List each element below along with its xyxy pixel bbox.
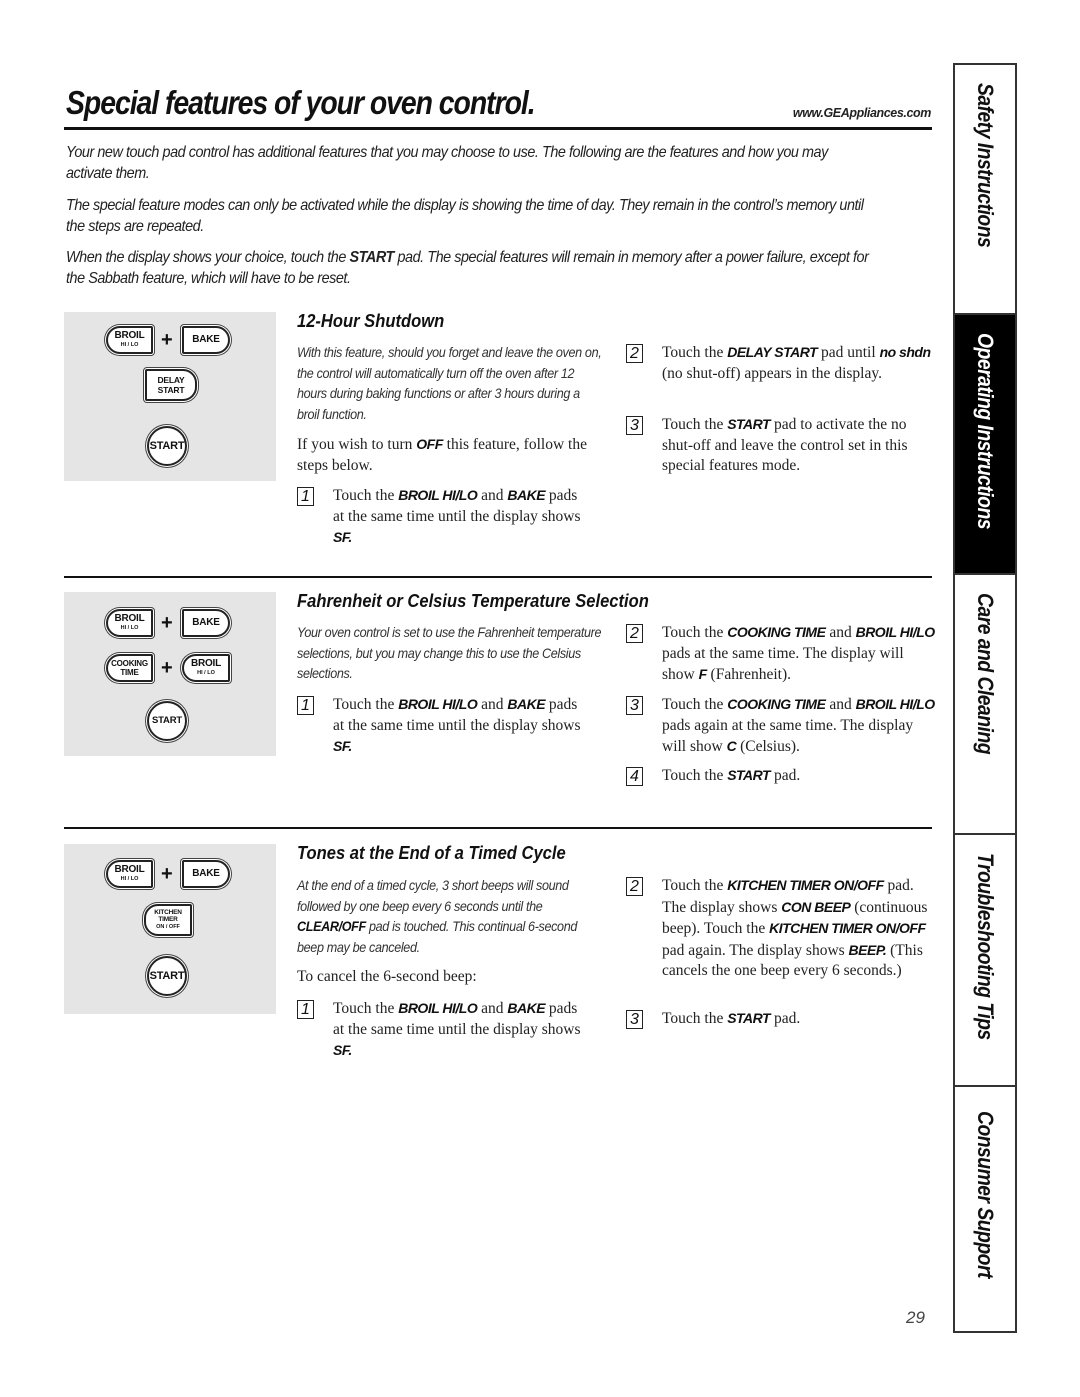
step-number: 1 bbox=[297, 487, 314, 506]
section-heading-12-hour-shutdown: 12-Hour Shutdown bbox=[297, 311, 445, 331]
start-keyword: START bbox=[349, 249, 394, 266]
step-number: 1 bbox=[297, 1000, 314, 1019]
tab-consumer-support[interactable]: Consumer Support bbox=[955, 1085, 1015, 1331]
step-item: 3 Touch the START pad. bbox=[626, 1008, 936, 1030]
section-heading-tones: Tones at the End of a Timed Cycle bbox=[297, 843, 566, 863]
step-item: 2 Touch the COOKING TIME and BROIL HI/LO… bbox=[626, 622, 936, 686]
broil-hilo-pad: BROIL HI / LO bbox=[106, 326, 153, 354]
website-link[interactable]: www.GEAppliances.com bbox=[793, 106, 932, 120]
section-description: With this feature, should you forget and… bbox=[297, 344, 602, 422]
plus-icon: + bbox=[161, 329, 173, 351]
section-divider bbox=[64, 576, 932, 578]
plus-icon: + bbox=[161, 612, 173, 634]
section-description: At the end of a timed cycle, 3 short bee… bbox=[297, 877, 578, 955]
bake-pad: BAKE bbox=[182, 860, 230, 888]
pad-diagram-temperature: BROIL HI / LO + BAKE COOKING TIME + BROIL H… bbox=[64, 592, 276, 756]
start-pad: START bbox=[147, 701, 187, 741]
broil-hilo-pad: BROIL HI / LO bbox=[106, 609, 153, 637]
step-item: 1 Touch the BROIL HI/LO and BAKE pads at… bbox=[297, 998, 587, 1062]
tab-troubleshooting-tips[interactable]: Troubleshooting Tips bbox=[955, 833, 1015, 1085]
step-item: 2 Touch the KITCHEN TIMER ON/OFF pad. Th… bbox=[626, 875, 938, 982]
step-number: 4 bbox=[626, 767, 643, 786]
section-heading-temperature-selection: Fahrenheit or Celsius Temperature Select… bbox=[297, 591, 649, 611]
intro-paragraph-2: The special feature modes can only be ac… bbox=[66, 197, 864, 235]
bake-pad: BAKE bbox=[182, 326, 230, 354]
pad-diagram-tones: BROIL HI / LO + BAKE KITCHEN TIMER ON / OFF… bbox=[64, 844, 276, 1014]
tab-care-and-cleaning[interactable]: Care and Cleaning bbox=[955, 573, 1015, 833]
section-divider bbox=[64, 827, 932, 829]
bake-pad: BAKE bbox=[182, 609, 230, 637]
step-number: 2 bbox=[626, 344, 643, 363]
step-number: 2 bbox=[626, 877, 643, 896]
start-pad: START bbox=[147, 426, 187, 466]
section-description: Your oven control is set to use the Fahr… bbox=[297, 624, 602, 681]
pad-diagram-12-hour: BROIL HI / LO + BAKE DELAY START START bbox=[64, 312, 276, 481]
step-item: 1 Touch the BROIL HI/LO and BAKE pads at… bbox=[297, 694, 587, 758]
page-title: Special features of your oven control. bbox=[66, 84, 536, 121]
step-number: 3 bbox=[626, 696, 643, 715]
step-number: 3 bbox=[626, 416, 643, 435]
section-note: To cancel the 6-second beep: bbox=[297, 968, 477, 985]
step-item: 1 Touch the BROIL HI/LO and BAKE pads at… bbox=[297, 485, 587, 549]
kitchen-timer-pad: KITCHEN TIMER ON / OFF bbox=[144, 904, 192, 936]
step-number: 2 bbox=[626, 624, 643, 643]
step-number: 1 bbox=[297, 696, 314, 715]
intro-paragraph-3: When the display shows your choice, touc… bbox=[66, 249, 869, 287]
title-rule bbox=[64, 127, 932, 130]
intro-paragraph-1: Your new touch pad control has additiona… bbox=[66, 144, 828, 182]
section-tabs: Safety Instructions Operating Instructio… bbox=[953, 63, 1017, 1333]
delay-start-pad: DELAY START bbox=[145, 369, 197, 401]
step-item: 2 Touch the DELAY START pad until no shd… bbox=[626, 342, 936, 384]
plus-icon: + bbox=[161, 863, 173, 885]
start-pad: START bbox=[147, 956, 187, 996]
broil-hilo-pad: BROIL HI / LO bbox=[182, 654, 230, 682]
plus-icon: + bbox=[161, 657, 173, 679]
section-note: If you wish to turn OFF this feature, fo… bbox=[297, 436, 587, 474]
cooking-time-pad: COOKING TIME bbox=[106, 654, 153, 682]
broil-hilo-pad: BROIL HI / LO bbox=[106, 860, 153, 888]
step-number: 3 bbox=[626, 1010, 643, 1029]
page-number: 29 bbox=[906, 1308, 925, 1327]
step-item: 4 Touch the START pad. bbox=[626, 765, 936, 787]
tab-operating-instructions[interactable]: Operating Instructions bbox=[955, 313, 1015, 573]
step-item: 3 Touch the COOKING TIME and BROIL HI/LO… bbox=[626, 694, 936, 758]
step-item: 3 Touch the START pad to activate the no… bbox=[626, 414, 936, 477]
tab-safety-instructions[interactable]: Safety Instructions bbox=[955, 65, 1015, 313]
